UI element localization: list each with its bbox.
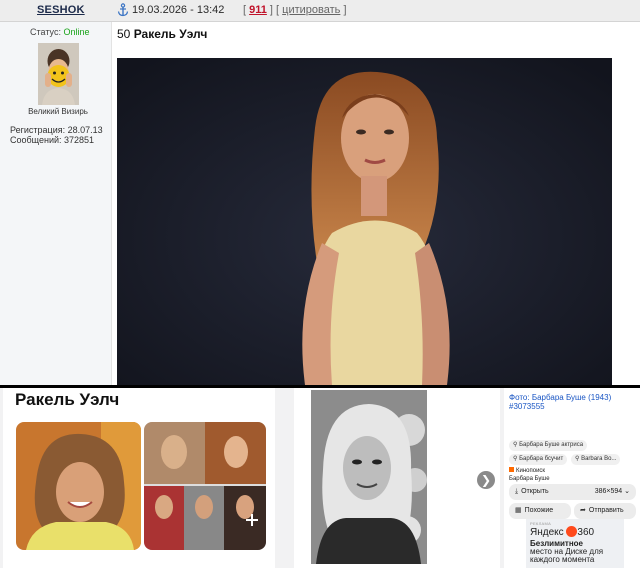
chip-label: Барбара Буше актриса — [519, 442, 584, 448]
thumbnail-grid-image — [144, 422, 266, 550]
viewer-image — [311, 390, 427, 564]
kinopoisk-icon — [509, 467, 514, 472]
user-rank: Великий Визирь — [28, 107, 88, 116]
search-results-card: Ракель Уэлч — [3, 388, 275, 568]
post-header: SESHOK 19.03.2026 - 13:42 [ 911 ] [ цити… — [0, 0, 640, 22]
ad-badge-text: 360 — [577, 527, 595, 538]
post-photo[interactable] — [117, 58, 612, 385]
message-count: Сообщений: 372851 — [10, 135, 95, 145]
post-title-number: 50 — [117, 27, 131, 41]
image-info-panel: Фото: Барбара Буше (1943) #3073555 ⚲ Бар… — [504, 388, 640, 568]
image-source[interactable]: Кинопоиск Барбара Буше — [509, 467, 550, 483]
related-chip[interactable]: ⚲ Барбара бсучит — [509, 454, 568, 465]
forum-post: SESHOK 19.03.2026 - 13:42 [ 911 ] [ цити… — [0, 0, 640, 385]
send-button[interactable]: ➦ Отправить — [574, 503, 636, 519]
source-name: Кинопоиск — [516, 468, 546, 474]
user-stats: Регистрация: 28.07.13 Сообщений: 372851 — [10, 125, 103, 145]
image-viewer: ❯ — [294, 388, 500, 568]
post-links: [ 911 ] [ цитировать ] — [243, 4, 347, 16]
ad-brand-name: Яндекс — [530, 527, 564, 538]
related-chip[interactable]: ⚲ Барбара Буше актриса — [509, 440, 588, 451]
post-title-name: Ракель Уэлч — [133, 27, 208, 41]
results-title: Ракель Уэлч — [15, 390, 120, 409]
avatar-image — [38, 43, 79, 105]
result-thumbnail-main[interactable] — [16, 422, 141, 550]
avatar[interactable] — [38, 43, 79, 105]
ad-text: Безлимитное место на Диске для каждого м… — [530, 540, 603, 564]
open-label: Открыть — [521, 488, 549, 495]
post-title: 50 Ракель Уэлч — [117, 27, 207, 41]
open-button[interactable]: ⤓ Открыть 386×594 ⌄ — [509, 484, 636, 500]
post-date: 19.03.2026 - 13:42 — [132, 4, 225, 16]
anchor-icon[interactable] — [117, 3, 129, 17]
size-label: 386×594 — [594, 488, 623, 495]
image-search-panel: Ракель Уэлч ❯ Фото: Барбара Буше (1943) … — [0, 388, 640, 568]
status-value: Online — [63, 27, 90, 37]
similar-button[interactable]: ▦ Похожие — [509, 503, 571, 519]
registration-date: Регистрация: 28.07.13 — [10, 125, 103, 135]
chevron-down-icon: ⌄ — [624, 488, 630, 495]
status-label: Статус: — [30, 27, 61, 37]
similar-label: Похожие — [524, 507, 554, 514]
ad-banner[interactable]: РЕКЛАМА Яндекс 360 Безлимитное место на … — [526, 519, 624, 568]
download-icon: ⤓ — [515, 488, 519, 495]
photo-image — [117, 58, 612, 385]
next-image-button[interactable]: ❯ — [477, 471, 495, 489]
status-line: Статус: Online — [30, 27, 89, 37]
ad-line: каждого момента — [530, 555, 595, 564]
thumbnail-image — [16, 422, 141, 550]
chip-label: Барбара бсучит — [519, 456, 564, 462]
quote-link[interactable]: цитировать — [282, 4, 340, 16]
chip-label: Barbara Bo... — [581, 456, 617, 462]
ad-brand: Яндекс 360 — [530, 526, 594, 538]
viewer-photo[interactable] — [311, 390, 427, 564]
photo-tag[interactable]: #3073555 — [509, 402, 611, 411]
image-info-title[interactable]: Фото: Барбара Буше (1943) #3073555 — [509, 393, 611, 411]
similar-icon: ▦ — [515, 507, 522, 514]
source-subtitle: Барбара Буше — [509, 476, 550, 482]
share-icon: ➦ — [580, 507, 586, 514]
related-search-chips: ⚲ Барбара Буше актриса ⚲ Барбара бсучит … — [509, 440, 640, 466]
send-label: Отправить — [588, 507, 624, 514]
result-thumbnail-grid[interactable] — [144, 422, 266, 550]
author-sidebar: Статус: Online Великий Визирь Регистраци… — [0, 22, 112, 385]
post-number-link[interactable]: 911 — [249, 4, 267, 16]
photo-title[interactable]: Фото: Барбара Буше (1943) — [509, 393, 611, 402]
author-link[interactable]: SESHOK — [37, 4, 85, 16]
related-chip[interactable]: ⚲ Barbara Bo... — [571, 454, 621, 465]
yandex360-icon — [566, 526, 578, 537]
